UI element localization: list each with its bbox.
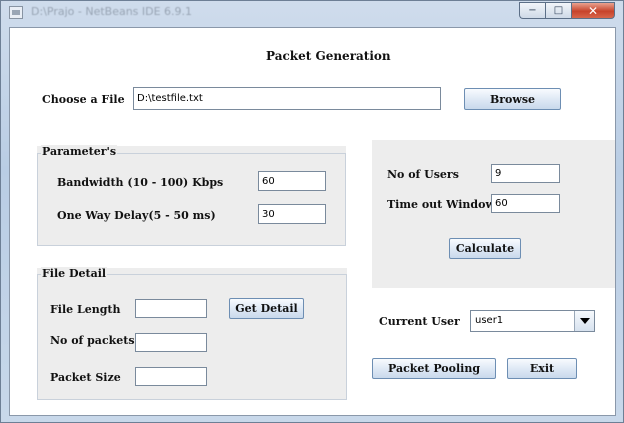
file-detail-legend: File Detail — [41, 267, 108, 280]
window-title: D:\Prajo - NetBeans IDE 6.9.1 — [31, 5, 193, 18]
users-input[interactable] — [491, 164, 560, 183]
delay-input[interactable] — [258, 204, 326, 224]
file-length-label: File Length — [50, 303, 121, 316]
browse-button[interactable]: Browse — [464, 88, 561, 110]
users-panel: No of Users Time out Window Calculate — [372, 140, 615, 288]
current-user-value: user1 — [475, 315, 504, 326]
timeout-input[interactable] — [491, 194, 560, 213]
bandwidth-input[interactable] — [258, 171, 326, 191]
calculate-button[interactable]: Calculate — [449, 238, 521, 259]
get-detail-button[interactable]: Get Detail — [229, 298, 304, 319]
file-detail-panel: File Detail File Length Get Detail No of… — [37, 267, 347, 400]
chevron-down-icon[interactable] — [574, 311, 594, 331]
current-user-label: Current User — [379, 315, 460, 328]
packets-label: No of packets — [50, 334, 135, 347]
minimize-button[interactable]: − — [519, 2, 545, 19]
packet-size-input[interactable] — [135, 367, 207, 386]
app-icon — [9, 6, 23, 19]
maximize-button[interactable]: □ — [545, 2, 571, 19]
window-controls: − □ ✕ — [519, 2, 615, 19]
bandwidth-label: Bandwidth (10 - 100) Kbps — [57, 176, 224, 189]
file-length-input[interactable] — [135, 299, 207, 318]
packets-input[interactable] — [135, 333, 207, 352]
main-content: Packet Generation Choose a File Browse P… — [9, 27, 616, 416]
page-title: Packet Generation — [266, 49, 391, 63]
parameters-border — [37, 153, 346, 246]
exit-button[interactable]: Exit — [507, 358, 577, 379]
delay-label: One Way Delay(5 - 50 ms) — [57, 209, 216, 222]
file-path-input[interactable] — [133, 87, 441, 110]
parameters-panel: Parameter's Bandwidth (10 - 100) Kbps On… — [37, 145, 346, 246]
timeout-label: Time out Window — [387, 198, 495, 211]
packet-size-label: Packet Size — [50, 371, 121, 384]
current-user-select[interactable]: user1 — [470, 310, 595, 332]
packet-pooling-button[interactable]: Packet Pooling — [372, 358, 496, 379]
close-button[interactable]: ✕ — [571, 2, 615, 19]
parameters-legend: Parameter's — [41, 145, 118, 158]
title-bar[interactable]: D:\Prajo - NetBeans IDE 6.9.1 − □ ✕ — [1, 1, 623, 25]
app-window: D:\Prajo - NetBeans IDE 6.9.1 − □ ✕ Pack… — [0, 0, 624, 423]
users-label: No of Users — [387, 168, 459, 181]
choose-file-label: Choose a File — [42, 93, 125, 106]
